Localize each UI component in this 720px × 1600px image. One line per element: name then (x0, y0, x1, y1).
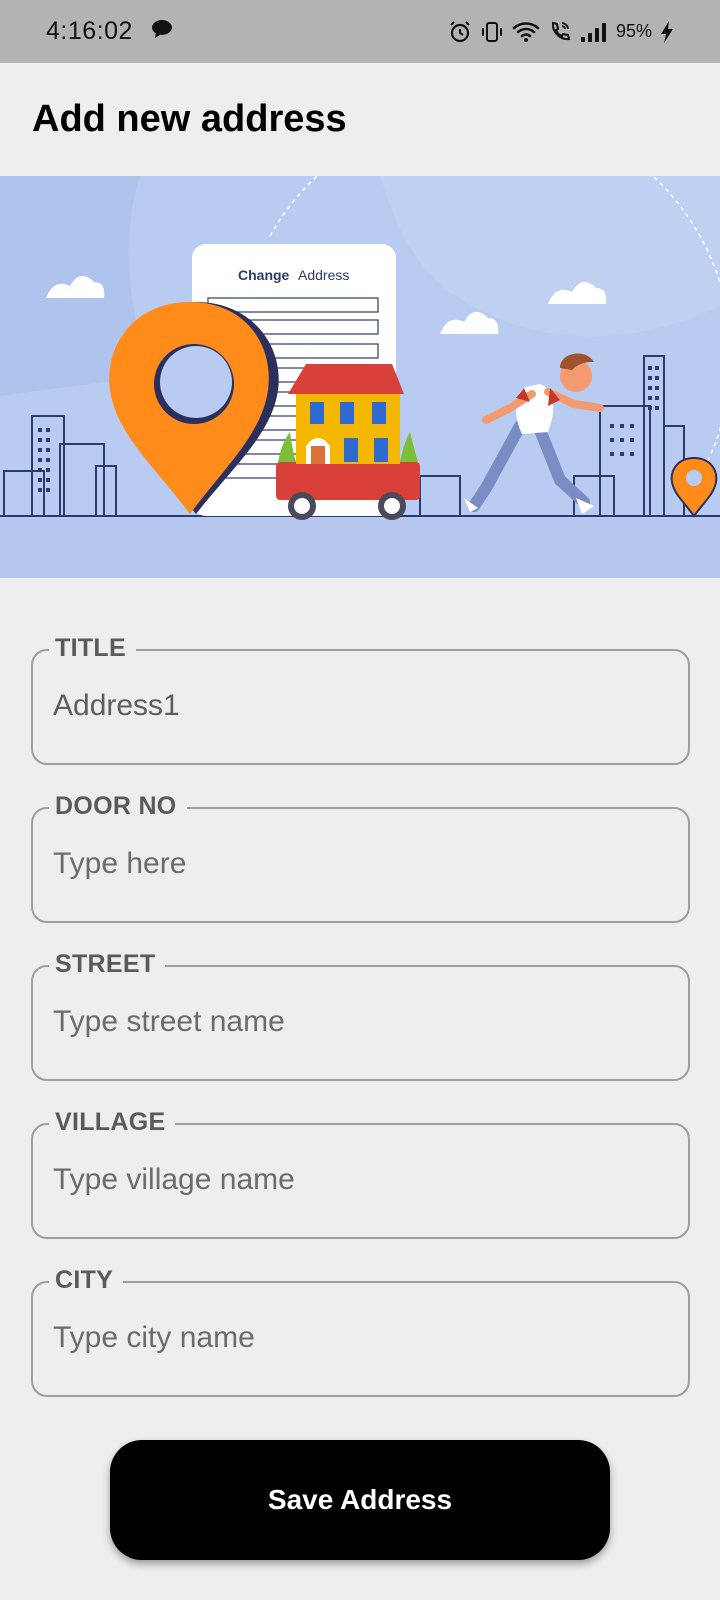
battery-percent: 95% (615, 21, 652, 41)
village-field[interactable]: VILLAGE (31, 1104, 690, 1239)
title-field[interactable]: TITLE (31, 630, 690, 765)
page-title: Add new address (32, 98, 347, 140)
village-label: VILLAGE (49, 1104, 176, 1140)
title-input[interactable] (53, 681, 653, 731)
save-address-label: Save Address (267, 1484, 453, 1515)
address-illustration: Change Address (0, 176, 720, 578)
svg-text:Address: Address (298, 267, 349, 283)
wifi-call-icon (548, 20, 572, 44)
app-bar: Add new address (0, 63, 720, 176)
door-no-input[interactable] (53, 839, 653, 889)
village-input[interactable] (53, 1155, 653, 1205)
door-no-label: DOOR NO (49, 788, 187, 824)
city-field[interactable]: CITY (31, 1262, 690, 1397)
alarm-icon (448, 20, 472, 44)
city-input[interactable] (53, 1313, 653, 1363)
charging-icon (660, 20, 674, 44)
door-no-field[interactable]: DOOR NO (31, 788, 690, 923)
title-label: TITLE (49, 630, 136, 666)
city-label: CITY (49, 1262, 124, 1298)
svg-text:Change: Change (238, 267, 290, 283)
vibrate-icon (480, 20, 504, 44)
street-field[interactable]: STREET (31, 946, 690, 1081)
save-address-button[interactable]: Save Address (110, 1440, 610, 1560)
chat-icon (151, 17, 173, 46)
status-bar: 4:16:02 95% (0, 0, 720, 63)
signal-icon (580, 21, 608, 43)
street-input[interactable] (53, 997, 653, 1047)
wifi-icon (512, 21, 540, 43)
street-label: STREET (49, 946, 166, 982)
status-time: 4:16:02 (46, 17, 133, 45)
